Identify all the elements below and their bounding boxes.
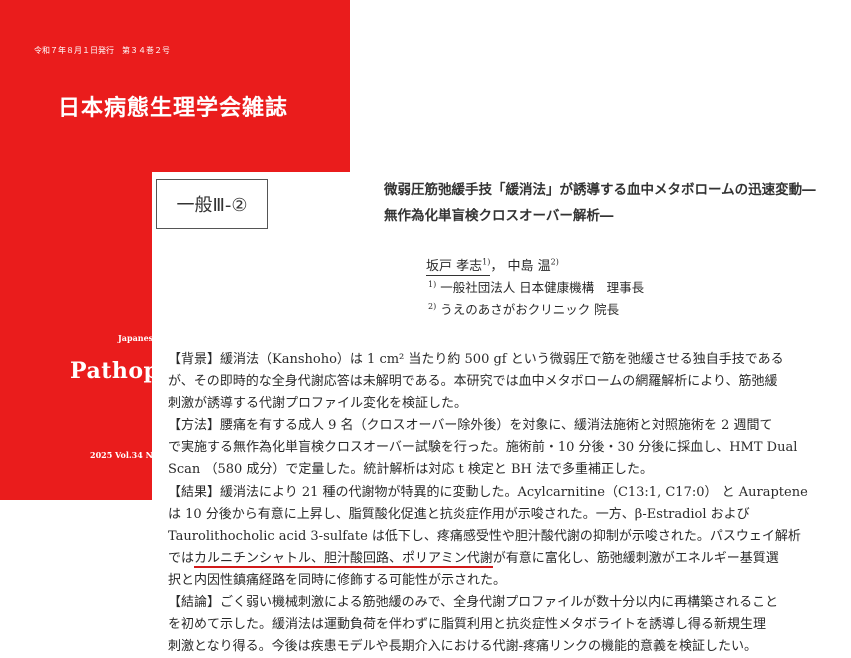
cover-journal-title: 日本病態生理学会雑誌 bbox=[58, 95, 289, 121]
author-second-affil-mark: 2) bbox=[550, 257, 559, 267]
abstract-line: は 10 分後から有意に上昇し、脂質酸化促進と抗炎症作用が示唆された。一方、β-… bbox=[168, 506, 750, 522]
abstract-line: 【結論】ごく弱い機械刺激による筋弛緩のみで、全身代謝プロファイルが数十分以内に再… bbox=[168, 595, 779, 611]
abstract-line: が、その即時的な全身代謝応答は未解明である。本研究では血中メタボロームの網羅解析… bbox=[168, 374, 778, 390]
author-separator: ， bbox=[490, 259, 504, 274]
abstract-line: 刺激となり得る。今後は疾患モデルや長期介入における代謝‐疼痛リンクの機能的意義を… bbox=[168, 639, 758, 655]
abstract-line: 択と内因性鎮痛経路を同時に修飾する可能性が示された。 bbox=[168, 572, 507, 588]
affiliation-2: 2) うえのあさがおクリニック 院長 bbox=[428, 299, 619, 318]
cover-issue-date: 令和７年８月１日発行 第３４巻２号 bbox=[34, 46, 170, 55]
abstract-line: 【結果】緩消法により 21 種の代謝物が特異的に変動した。Acylcarniti… bbox=[168, 484, 808, 500]
abstract-line: Scan （580 成分）で定量した。統計解析は対応 t 検定と BH 法で多重… bbox=[168, 462, 654, 478]
affiliation-mark: 1) bbox=[428, 279, 437, 289]
author-main: 坂戸 孝志1) bbox=[426, 258, 491, 276]
affiliation-mark: 2) bbox=[428, 301, 437, 311]
paper-title-line-1: 微弱圧筋弛緩手技「緩消法」が誘導する血中メタボロームの迅速変動― bbox=[384, 182, 816, 198]
abstract-line: Taurolithocholic acid 3-sulfate は低下し、疼痛感… bbox=[168, 528, 801, 544]
abstract-line: 刺激が誘導する代謝プロファイル変化を検証した。 bbox=[168, 396, 468, 412]
abstract-body: 【背景】緩消法（Kanshoho）は 1 cm² 当たり約 500 gf という… bbox=[168, 349, 848, 658]
abstract-line: 【背景】緩消法（Kanshoho）は 1 cm² 当たり約 500 gf という… bbox=[168, 352, 784, 367]
abstract-page: 一般Ⅲ-② 微弱圧筋弛緩手技「緩消法」が誘導する血中メタボロームの迅速変動― 無… bbox=[152, 172, 851, 654]
author-second-name: 中島 温 bbox=[507, 259, 551, 274]
session-label: 一般Ⅲ-② bbox=[156, 179, 268, 229]
highlighted-pathways: カルニチンシャトル、胆汁酸回路、ポリアミン代謝 bbox=[194, 550, 493, 568]
affiliation-1: 1) 一般社団法人 日本健康機構 理事長 bbox=[428, 277, 644, 296]
abstract-line-highlighted: ではカルニチンシャトル、胆汁酸回路、ポリアミン代謝が有意に富化し、筋弛緩刺激がエ… bbox=[168, 548, 848, 570]
affiliation-text: 一般社団法人 日本健康機構 理事長 bbox=[440, 280, 645, 295]
abstract-line: で実施する無作為化単盲検クロスオーバー試験を行った。施術前・10 分後・30 分… bbox=[168, 440, 798, 456]
affiliation-text: うえのあさがおクリニック 院長 bbox=[440, 302, 620, 317]
abstract-line: を初めて示した。緩消法は運動負荷を伴わずに脂質利用と抗炎症性メタボライトを誘導し… bbox=[168, 617, 767, 633]
abstract-text: が有意に富化し、筋弛緩刺激がエネルギー基質選 bbox=[492, 550, 779, 566]
author-list: 坂戸 孝志1)， 中島 温2) bbox=[426, 255, 559, 276]
abstract-line: 【方法】腰痛を有する成人 9 名（クロスオーバー除外後）を対象に、緩消法施術と対… bbox=[168, 418, 773, 434]
abstract-text: では bbox=[168, 550, 195, 566]
author-main-name: 坂戸 孝志 bbox=[426, 259, 483, 274]
paper-title-line-2: 無作為化単盲検クロスオーバー解析― bbox=[384, 208, 614, 224]
